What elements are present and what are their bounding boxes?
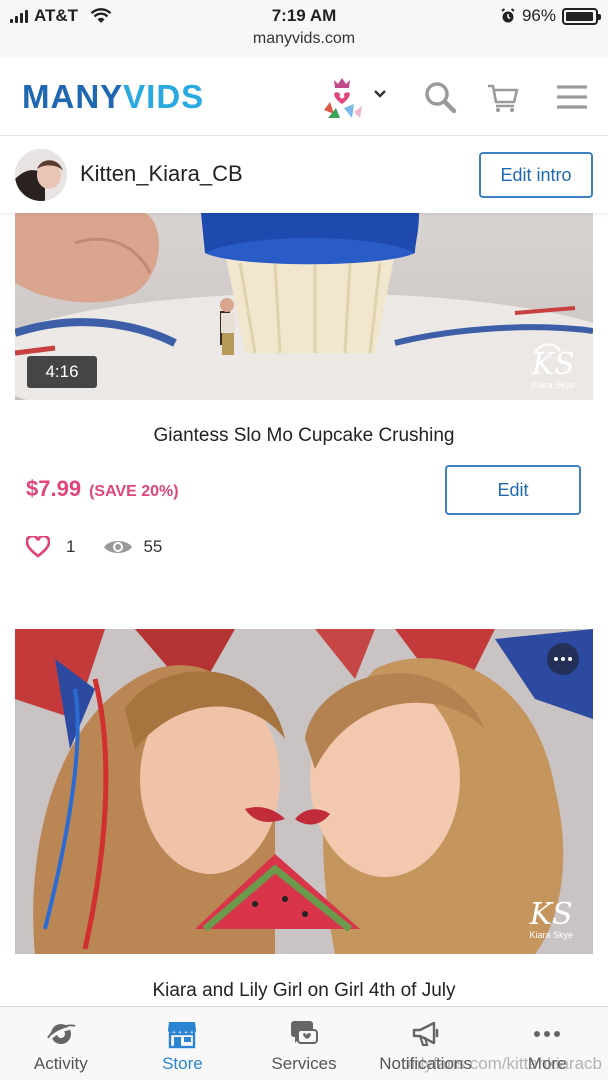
video-title[interactable]: Giantess Slo Mo Cupcake Crushing xyxy=(0,425,608,447)
video-title[interactable]: Kiara and Lily Girl on Girl 4th of July xyxy=(0,980,608,1002)
edit-video-button[interactable]: Edit xyxy=(445,465,581,515)
status-bar: AT&T 7:19 AM manyvids.com 96% xyxy=(0,0,608,58)
search-icon[interactable] xyxy=(423,80,457,114)
edit-intro-button[interactable]: Edit intro xyxy=(479,152,593,198)
more-dots-icon xyxy=(534,1031,561,1037)
views-count: 55 xyxy=(143,537,163,556)
price-amount: $7.99 xyxy=(26,476,82,501)
video-stats: 1 55 xyxy=(26,536,162,558)
discount-badge: (SAVE 20%) xyxy=(89,483,179,500)
flag-heart-icon[interactable] xyxy=(318,74,366,122)
services-icon xyxy=(290,1021,318,1044)
more-options-button[interactable] xyxy=(547,643,579,675)
overlay-watermark: onlyfans.com/kittenkiaracb xyxy=(401,1054,602,1073)
battery-icon xyxy=(562,7,601,25)
chevron-down-icon[interactable] xyxy=(372,86,388,102)
browser-url[interactable]: manyvids.com xyxy=(0,30,608,48)
video-price: $7.99 (SAVE 20%) xyxy=(26,476,179,502)
battery-indicator: 96% xyxy=(500,6,601,26)
video-thumbnail[interactable]: 4:16 KS Kiara Skye xyxy=(15,213,593,400)
avatar[interactable] xyxy=(15,149,67,201)
eye-icon xyxy=(104,541,133,553)
battery-percent: 96% xyxy=(521,6,556,25)
profile-bar: Kitten_Kiara_CB Edit intro xyxy=(0,137,608,213)
store-icon xyxy=(168,1022,197,1049)
heart-icon[interactable] xyxy=(26,536,50,558)
alarm-icon xyxy=(501,8,515,23)
megaphone-icon xyxy=(412,1021,438,1047)
activity-icon xyxy=(46,1024,76,1044)
hamburger-menu-icon[interactable] xyxy=(555,80,589,114)
cart-icon[interactable] xyxy=(486,80,520,114)
tab-store[interactable]: Store xyxy=(122,1007,244,1080)
ks-watermark: KS Kiara Skye xyxy=(529,897,573,941)
profile-username[interactable]: Kitten_Kiara_CB xyxy=(80,161,243,187)
ks-watermark: KS Kiara Skye xyxy=(531,347,575,391)
tab-services[interactable]: Services xyxy=(243,1007,365,1080)
video-duration: 4:16 xyxy=(27,356,97,388)
app-header: MANYVIDS xyxy=(0,58,608,136)
likes-count: 1 xyxy=(66,537,76,556)
video-thumbnail[interactable]: KS Kiara Skye xyxy=(15,629,593,954)
tab-activity[interactable]: Activity xyxy=(0,1007,122,1080)
manyvids-logo[interactable]: MANYVIDS xyxy=(22,78,204,116)
